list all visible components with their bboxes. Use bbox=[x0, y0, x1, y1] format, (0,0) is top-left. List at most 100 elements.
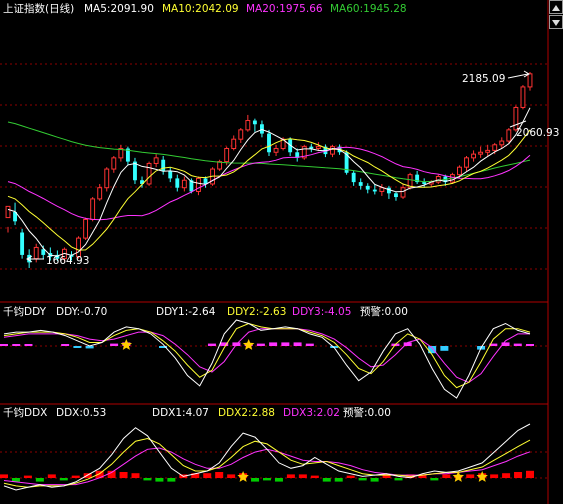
candle-body bbox=[464, 157, 469, 168]
candle-body bbox=[372, 189, 377, 192]
triangle-down-icon bbox=[552, 20, 560, 26]
ma60-label: MA60:1945.28 bbox=[330, 3, 407, 15]
indicator-bar bbox=[370, 478, 379, 482]
indicator-bar bbox=[227, 474, 236, 478]
candle-body bbox=[104, 168, 110, 189]
indicator-bar bbox=[346, 475, 355, 478]
ddy-indicator-chart[interactable] bbox=[0, 319, 534, 399]
ddx-warning-label: 预警:0.00 bbox=[343, 406, 391, 419]
indicator-bar bbox=[119, 472, 128, 478]
ddx-indicator-chart[interactable] bbox=[0, 423, 534, 491]
ddx-title: 千钧DDX bbox=[3, 407, 47, 419]
candle-body bbox=[267, 133, 271, 153]
indicator-bar bbox=[430, 478, 439, 481]
candle-body bbox=[5, 205, 11, 219]
indicator-bar bbox=[310, 475, 319, 478]
indicator-bar bbox=[263, 478, 271, 481]
candle-body bbox=[478, 151, 484, 155]
candle-body bbox=[485, 149, 491, 153]
indicator-bar bbox=[440, 346, 449, 351]
indicator-bar bbox=[131, 473, 140, 478]
ddy2-label: DDY2:-2.63 bbox=[227, 306, 286, 318]
line-1-path bbox=[3, 319, 531, 399]
candlestick-chart[interactable] bbox=[5, 72, 533, 268]
main-title: 上证指数(日线) bbox=[3, 2, 74, 15]
indicator-bar bbox=[281, 342, 290, 346]
indicator-bar bbox=[514, 472, 523, 478]
indicator-bar bbox=[215, 472, 224, 478]
indicator-bar bbox=[293, 342, 302, 346]
candle-body bbox=[111, 157, 117, 170]
ddy3-label: DDY3:-4.05 bbox=[292, 306, 351, 318]
indicator-bar bbox=[61, 344, 70, 346]
candle-body bbox=[146, 162, 152, 185]
ddy1-label: DDY1:-2.64 bbox=[156, 306, 216, 318]
indicator-bar bbox=[143, 478, 152, 481]
candle-body bbox=[90, 198, 96, 220]
ma5-label: MA5:2091.90 bbox=[84, 3, 154, 15]
candle-body bbox=[435, 176, 441, 183]
triangle-up-icon bbox=[552, 5, 560, 11]
candle-body bbox=[520, 86, 526, 108]
candle-body bbox=[365, 185, 370, 190]
indicator-bar bbox=[0, 474, 8, 478]
scroll-down-button[interactable] bbox=[549, 15, 563, 29]
indicator-bar bbox=[167, 478, 176, 482]
candle-body bbox=[394, 193, 398, 198]
candle-body bbox=[252, 120, 257, 125]
candle-body bbox=[379, 187, 385, 192]
chart-stage: 上证指数(日线) MA5:2091.90 MA10:2042.09 MA20:1… bbox=[0, 0, 559, 504]
candle-body bbox=[231, 138, 237, 150]
indicator-bar bbox=[466, 474, 475, 478]
indicator-bar bbox=[442, 474, 451, 478]
indicator-bar bbox=[274, 478, 283, 482]
indicator-bar bbox=[207, 343, 216, 346]
scroll-up-button[interactable] bbox=[549, 0, 563, 14]
indicator-bar bbox=[428, 346, 437, 354]
indicator-bar bbox=[0, 344, 8, 346]
indicator-bar bbox=[298, 474, 307, 478]
candle-body bbox=[400, 187, 406, 198]
ddy-title: 千钧DDY bbox=[3, 306, 47, 318]
close-price-label: 2060.93 bbox=[516, 127, 559, 139]
line-3-path bbox=[3, 328, 530, 383]
ddx2-label: DDX2:2.88 bbox=[218, 407, 275, 419]
candle-body bbox=[315, 146, 321, 150]
ddx-value-label: DDX:0.53 bbox=[56, 407, 106, 419]
indicator-bar bbox=[334, 478, 343, 482]
star-icon bbox=[242, 339, 255, 350]
candle-body bbox=[175, 178, 180, 188]
indicator-bar bbox=[24, 344, 33, 346]
indicator-bar bbox=[322, 478, 331, 482]
indicator-bar bbox=[59, 478, 68, 481]
ddx3-label: DDX3:2.02 bbox=[283, 407, 340, 419]
candle-body bbox=[309, 146, 314, 149]
candle-body bbox=[238, 129, 244, 140]
candle-body bbox=[527, 73, 533, 88]
candle-body bbox=[97, 187, 103, 200]
indicator-bar bbox=[526, 470, 534, 478]
ddx1-label: DDX1:4.07 bbox=[152, 407, 209, 419]
candle-body bbox=[161, 159, 166, 171]
indicator-bar bbox=[256, 343, 265, 346]
candle-body bbox=[457, 166, 462, 176]
candle-body bbox=[20, 232, 25, 255]
star-icon bbox=[237, 471, 249, 482]
candle-body bbox=[260, 124, 264, 134]
indicator-bar bbox=[73, 346, 82, 348]
candle-body bbox=[506, 129, 512, 142]
indicator-bar bbox=[155, 478, 164, 482]
indicator-bar bbox=[35, 478, 44, 482]
candle-body bbox=[181, 179, 187, 189]
ddy-warning-label: 预警:0.00 bbox=[360, 305, 408, 318]
ma10-label: MA10:2042.09 bbox=[162, 3, 239, 15]
indicator-bar bbox=[269, 342, 278, 346]
indicator-bar bbox=[71, 475, 80, 478]
ddy-value-label: DDY:-0.70 bbox=[56, 306, 107, 318]
indicator-bar bbox=[358, 478, 367, 481]
candle-body bbox=[83, 218, 89, 239]
indicator-bar bbox=[47, 474, 56, 478]
candle-body bbox=[33, 246, 39, 260]
indicator-bar bbox=[203, 473, 212, 478]
indicator-bar bbox=[526, 344, 534, 346]
